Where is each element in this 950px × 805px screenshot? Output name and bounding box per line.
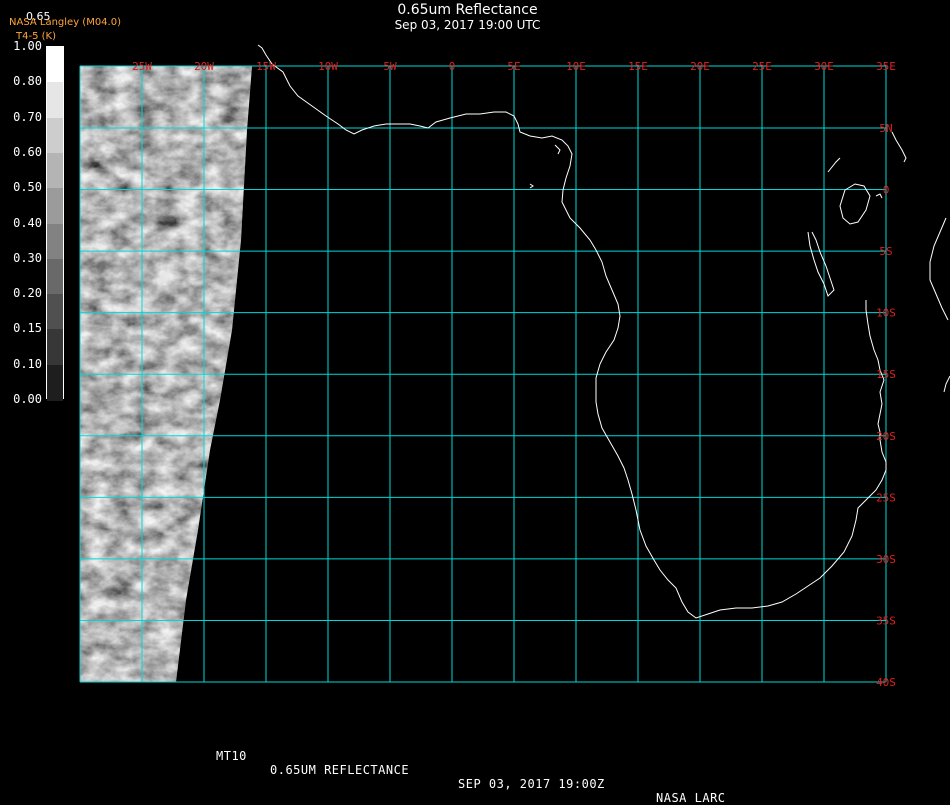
- colorbar-segment: [47, 364, 63, 401]
- colorbar-label: 0.15: [13, 321, 42, 336]
- colorbar-label: 1.00: [13, 39, 42, 53]
- colorbar: [46, 46, 64, 401]
- lon-label: 5E: [507, 60, 520, 73]
- lon-label: 10W: [318, 60, 338, 73]
- lat-label: 20S: [876, 430, 896, 443]
- lat-label: 5S: [879, 245, 892, 258]
- lat-label: 40S: [876, 676, 896, 689]
- footer-date: SEP 03, 2017 19:00Z: [458, 777, 605, 791]
- colorbar-segment: [47, 47, 63, 84]
- footer-bar: MT10 0.65UM REFLECTANCE SEP 03, 2017 19:…: [0, 735, 950, 805]
- lon-label: 30E: [814, 60, 834, 73]
- lon-label: 25W: [132, 60, 152, 73]
- footer-channel: 0.65UM REFLECTANCE: [270, 763, 410, 777]
- lon-label: 20W: [194, 60, 214, 73]
- colorbar-label: 0.80: [13, 74, 42, 89]
- lon-label: 20E: [690, 60, 710, 73]
- colorbar-segment: [47, 258, 63, 296]
- footer-source: NASA LARC: [656, 791, 726, 805]
- colorbar-segment: [47, 294, 63, 331]
- lat-label: 15S: [876, 368, 896, 381]
- lon-label: 0: [449, 60, 456, 73]
- colorbar-segment: [47, 329, 63, 366]
- product-title: 0.65um Reflectance: [397, 2, 538, 18]
- colorbar-label: 0.50: [13, 180, 42, 195]
- timestamp: Sep 03, 2017 19:00 UTC: [394, 18, 541, 32]
- credit-source: NASA Langley (M04.0): [9, 17, 121, 28]
- lat-label: 35S: [876, 614, 896, 627]
- lat-label: 30S: [876, 553, 896, 566]
- colorbar-segment: [47, 117, 63, 154]
- lat-label: 0: [883, 184, 890, 197]
- colorbar-label: 0.30: [13, 250, 42, 265]
- colorbar-segment: [47, 188, 63, 225]
- colorbar-segment: [47, 82, 63, 119]
- lon-label: 5W: [383, 60, 397, 73]
- satellite-swath: [80, 66, 252, 682]
- lon-label: 10E: [566, 60, 586, 73]
- colorbar-segment: [47, 223, 63, 260]
- lon-label: 15E: [628, 60, 648, 73]
- lat-label: 5N: [879, 122, 892, 135]
- lon-label: 25E: [752, 60, 772, 73]
- colorbar-label: 0.10: [13, 356, 42, 371]
- colorbar-label: 0.00: [13, 392, 42, 406]
- coastline: [257, 44, 950, 619]
- lon-label: 35E: [876, 60, 896, 73]
- colorbar-segment: [47, 152, 63, 190]
- colorbar-label: 0.20: [13, 286, 42, 301]
- colorbar-label: 0.40: [13, 215, 42, 230]
- lat-label: 25S: [876, 491, 896, 504]
- satellite-map: 25W 20W 15W 10W 5W 0 5E 10E 15E 20E 25E 30E 35E 5N 0 5…: [79, 44, 950, 689]
- lon-label: 15W: [256, 60, 276, 73]
- colorbar-label: 0.70: [13, 109, 42, 124]
- footer-product: MT10: [216, 749, 247, 763]
- colorbar-label: 0.60: [13, 144, 42, 159]
- lat-label: 10S: [876, 307, 896, 320]
